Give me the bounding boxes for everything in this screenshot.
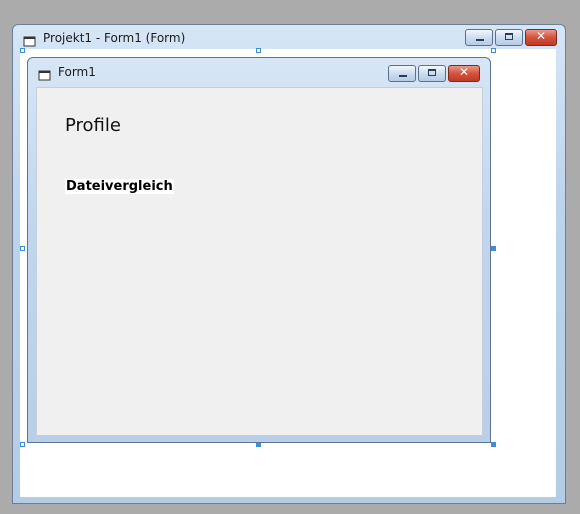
resize-handle-left	[20, 246, 25, 251]
designer-window-title: Projekt1 - Form1 (Form)	[43, 31, 186, 45]
form-close-button[interactable]: ✕	[448, 65, 480, 82]
profile-label[interactable]: Profile	[65, 115, 121, 136]
form-maximize-button[interactable]	[418, 65, 446, 82]
form-minimize-button[interactable]	[388, 65, 416, 82]
file-compare-label[interactable]: Dateivergleich	[65, 179, 174, 194]
form-client-area[interactable]: Profile Dateivergleich	[36, 87, 483, 436]
minimize-icon	[476, 39, 484, 41]
designer-minimize-button[interactable]	[465, 29, 493, 46]
maximize-icon	[428, 69, 436, 76]
resize-handle-bottom-right[interactable]	[491, 442, 496, 447]
resize-handle-right[interactable]	[491, 246, 496, 251]
form-window-title: Form1	[58, 65, 96, 79]
form-icon	[23, 32, 37, 47]
resize-handle-top	[256, 48, 261, 53]
form-window[interactable]: Form1 ✕ Profile Dateivergleich	[27, 57, 491, 443]
resize-handle-top-right	[491, 48, 496, 53]
form-icon	[38, 66, 52, 81]
resize-handle-bottom-left	[20, 442, 25, 447]
maximize-icon	[505, 33, 513, 40]
designer-caption-buttons: ✕	[465, 29, 557, 46]
designer-close-button[interactable]: ✕	[525, 29, 557, 46]
close-icon: ✕	[458, 65, 470, 79]
form-caption-buttons: ✕	[388, 65, 480, 82]
designer-maximize-button[interactable]	[495, 29, 523, 46]
close-icon: ✕	[535, 29, 547, 43]
resize-handle-top-left	[20, 48, 25, 53]
minimize-icon	[399, 75, 407, 77]
